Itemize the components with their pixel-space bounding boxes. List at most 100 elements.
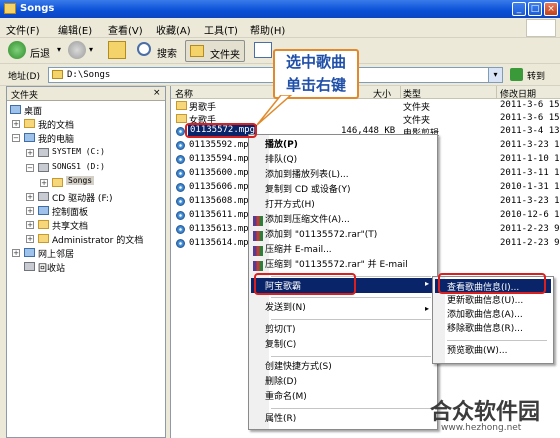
instruction-callout: 选中歌曲 单击右键 [273, 49, 359, 99]
highlight-abao-item [254, 273, 356, 295]
go-button[interactable]: 转到 [527, 69, 545, 82]
tree-item-songs[interactable]: Songs [66, 176, 95, 185]
folder-icon [38, 234, 49, 243]
views-icon[interactable] [254, 42, 272, 58]
menu-item-add-to-rar[interactable]: 添加到 "01135572.rar"(T) [265, 228, 377, 243]
file-name: 01135614.mpg [189, 238, 255, 248]
forward-dropdown-icon[interactable]: ▾ [89, 45, 93, 54]
expand-icon[interactable]: + [12, 120, 20, 128]
menu-file[interactable]: 文件(F) [6, 22, 40, 37]
desktop-icon [10, 105, 21, 114]
file-date: 2011-2-23 9 [500, 224, 560, 234]
file-name: 01135611.mpg [189, 210, 255, 220]
menu-item-delete[interactable]: 删除(D) [265, 375, 297, 390]
recycle-bin-icon [24, 262, 35, 271]
expand-icon[interactable]: + [12, 249, 20, 257]
menu-favorites[interactable]: 收藏(A) [156, 22, 191, 37]
close-button[interactable]: × [544, 2, 558, 16]
address-label: 地址(D) [8, 72, 40, 82]
menu-item-enqueue[interactable]: 排队(Q) [265, 153, 297, 168]
watermark-url: www.hezhong.net [441, 423, 522, 433]
menu-help[interactable]: 帮助(H) [250, 22, 285, 37]
folder-icon [52, 70, 63, 79]
menu-item-copy-to-cd[interactable]: 复制到 CD 或设备(Y) [265, 183, 350, 198]
menu-tools[interactable]: 工具(T) [204, 22, 238, 37]
expand-icon[interactable]: + [26, 235, 34, 243]
forward-arrow-icon[interactable] [68, 41, 86, 59]
expand-icon[interactable]: + [26, 193, 34, 201]
tree-item-shared-documents[interactable]: 共享文档 [52, 219, 88, 232]
folders-pane: 文件夹 × 桌面 + 我的文档 − 我的电脑 + SYSTEM (C:) − S… [6, 86, 166, 438]
collapse-icon[interactable]: − [12, 134, 20, 142]
search-button[interactable]: 搜索 [157, 45, 177, 60]
submenu-item-add-info[interactable]: 添加歌曲信息(A)... [447, 308, 523, 323]
menu-item-cut[interactable]: 剪切(T) [265, 323, 296, 338]
window-title: Songs [20, 3, 55, 14]
menu-bar: 文件(F) 编辑(E) 查看(V) 收藏(A) 工具(T) 帮助(H) [0, 18, 560, 38]
expand-icon[interactable]: + [26, 207, 34, 215]
tree-item-drive-d[interactable]: SONGS1 (D:) [52, 162, 105, 171]
network-icon [24, 248, 35, 257]
menu-item-create-shortcut[interactable]: 创建快捷方式(S) [265, 360, 332, 375]
folders-pane-title: 文件夹 [11, 91, 39, 101]
callout-line-1: 选中歌曲 [285, 53, 346, 71]
menu-item-add-to-playlist[interactable]: 添加到播放列表(L)... [265, 168, 349, 183]
menu-item-compress-rar-email[interactable]: 压缩到 "01135572.rar" 并 E-mail [265, 258, 408, 273]
submenu-item-remove-info[interactable]: 移除歌曲信息(R)... [447, 322, 523, 337]
menu-item-send-to[interactable]: 发送到(N) [265, 301, 306, 316]
submenu-arrow-icon: ▸ [425, 279, 430, 288]
winrar-icon [253, 261, 263, 271]
column-divider[interactable] [496, 86, 497, 99]
tree-item-my-computer[interactable]: 我的电脑 [38, 132, 74, 145]
column-divider[interactable] [400, 86, 401, 99]
tree-item-my-documents[interactable]: 我的文档 [38, 118, 74, 131]
search-icon[interactable] [137, 42, 151, 56]
file-date: 2011-2-23 9 [500, 238, 560, 248]
folder-icon [176, 101, 187, 110]
submenu-item-update-info[interactable]: 更新歌曲信息(U)... [447, 294, 523, 309]
file-date: 2011-3-23 15 [500, 140, 560, 150]
tree-item-control-panel[interactable]: 控制面板 [52, 205, 88, 218]
folders-button[interactable]: 文件夹 [185, 40, 245, 62]
video-file-icon [176, 239, 185, 248]
menu-item-rename[interactable]: 重命名(M) [265, 390, 307, 405]
drive-icon [38, 163, 49, 172]
tree-item-recycle-bin[interactable]: 回收站 [38, 261, 65, 274]
file-name: 01135592.mpg [189, 140, 255, 150]
close-pane-icon[interactable]: × [153, 88, 161, 98]
table-row[interactable]: 男歌手 文件夹 2011-3-6 15 [171, 99, 560, 113]
menu-item-compress-email[interactable]: 压缩并 E-mail... [265, 243, 332, 258]
minimize-button[interactable]: _ [512, 2, 526, 16]
menu-item-play[interactable]: 播放(P) [265, 138, 298, 153]
winrar-icon [253, 231, 263, 241]
menu-item-properties[interactable]: 属性(R) [265, 412, 296, 427]
tree-item-drive-c[interactable]: SYSTEM (C:) [52, 147, 105, 156]
folder-icon [4, 3, 16, 14]
up-folder-icon[interactable] [108, 41, 126, 59]
back-button[interactable]: 后退 [30, 45, 50, 60]
menu-view[interactable]: 查看(V) [108, 22, 143, 37]
submenu-item-preview[interactable]: 预览歌曲(W)... [447, 344, 508, 359]
maximize-button[interactable]: □ [528, 2, 542, 16]
collapse-icon[interactable]: − [26, 164, 34, 172]
expand-icon[interactable]: + [26, 221, 34, 229]
tree-item-admin-documents[interactable]: Administrator 的文档 [52, 233, 143, 246]
tree-item-cd-drive[interactable]: CD 驱动器 (F:) [52, 191, 112, 204]
tree-item-network[interactable]: 网上邻居 [38, 247, 74, 260]
expand-icon[interactable]: + [26, 149, 34, 157]
folder-icon [176, 114, 187, 123]
highlight-selected-file [185, 123, 257, 138]
expand-icon[interactable]: + [40, 179, 48, 187]
tree-item-desktop[interactable]: 桌面 [24, 104, 42, 117]
column-header: 名称 大小 类型 修改日期 [171, 86, 560, 100]
back-dropdown-icon[interactable]: ▾ [57, 45, 61, 54]
video-file-icon [176, 141, 185, 150]
menu-item-copy[interactable]: 复制(C) [265, 338, 296, 353]
menu-edit[interactable]: 编辑(E) [58, 22, 92, 37]
go-arrow-icon[interactable] [510, 68, 523, 81]
menu-item-open-with[interactable]: 打开方式(H) [265, 198, 315, 213]
back-arrow-icon[interactable] [8, 41, 26, 59]
address-dropdown-icon[interactable]: ▾ [488, 68, 502, 82]
menu-item-add-to-archive[interactable]: 添加到压缩文件(A)... [265, 213, 350, 228]
file-name: 01135594.mpg [189, 154, 255, 164]
